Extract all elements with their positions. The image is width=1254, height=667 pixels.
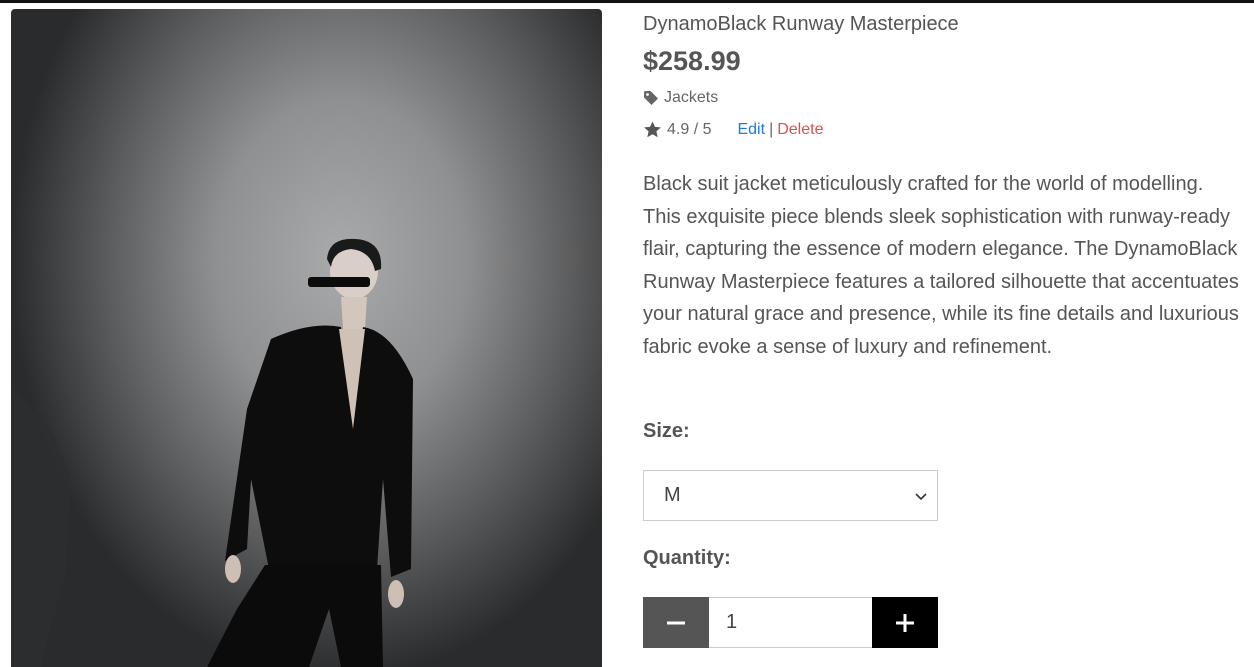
minus-icon — [667, 621, 685, 624]
delete-link[interactable]: Delete — [777, 121, 823, 139]
rating-value: 4.9 / 5 — [667, 120, 712, 138]
product-category: Jackets — [643, 89, 718, 107]
product-description: Black suit jacket meticulously crafted f… — [643, 173, 1239, 358]
size-label: Size: — [643, 420, 690, 442]
star-icon — [644, 121, 661, 138]
quantity-input[interactable]: 1 — [709, 597, 872, 648]
plus-icon — [896, 613, 914, 632]
chevron-down-icon — [915, 493, 927, 501]
tag-icon — [644, 91, 658, 105]
size-selected-value: M — [664, 484, 681, 506]
increment-button[interactable] — [872, 597, 938, 648]
product-price: $258.99 — [643, 46, 741, 76]
category-label: Jackets — [664, 89, 719, 106]
quantity-stepper: 1 — [643, 597, 938, 648]
top-border — [0, 0, 1254, 3]
product-title: DynamoBlack Runway Masterpiece — [643, 13, 959, 35]
product-image — [11, 9, 602, 667]
size-select[interactable]: M — [643, 470, 938, 521]
decrement-button[interactable] — [643, 597, 709, 648]
link-separator: | — [769, 120, 774, 138]
quantity-label: Quantity: — [643, 547, 731, 569]
quantity-value: 1 — [726, 611, 738, 633]
rating-row: 4.9 / 5 Edit | Delete — [643, 120, 823, 139]
edit-link[interactable]: Edit — [737, 121, 765, 139]
